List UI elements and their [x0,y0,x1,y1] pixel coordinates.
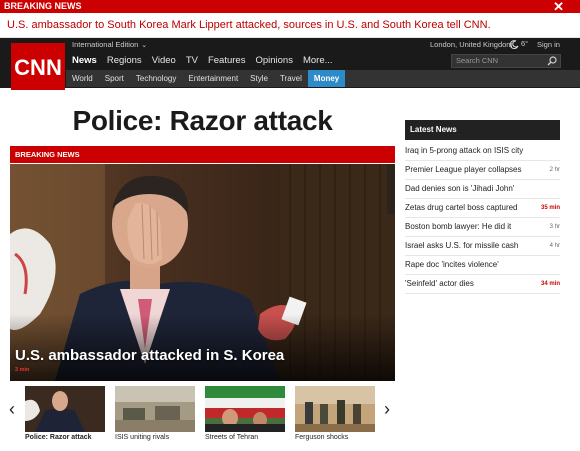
subnav-style[interactable]: Style [244,70,274,87]
nav-more[interactable]: More... [303,54,333,68]
hero-caption[interactable]: U.S. ambassador attacked in S. Korea [15,347,284,364]
hero-timestamp: 3 min [15,367,30,373]
latest-news-text: Iraq in 5-prong attack on ISIS city [405,146,524,155]
next-arrow-icon[interactable]: › [384,399,390,419]
latest-news-time: 4 hr [549,243,560,249]
cnn-homepage: BREAKING NEWS ✕ U.S. ambassador to South… [0,0,580,451]
thumbnail-3-label[interactable]: Streets of Tehran [205,434,258,441]
latest-news-item[interactable]: Zetas drug cartel boss captured 35 min [405,199,560,218]
edition-label: International Edition [72,40,139,49]
thumbnail-2-image [115,386,195,432]
subnav-entertainment[interactable]: Entertainment [182,70,244,87]
nav-video[interactable]: Video [152,54,176,68]
temperature: 6° [521,39,529,48]
thumbnail-1-image [25,386,105,432]
nav-tv[interactable]: TV [186,54,198,68]
latest-news-time: 3 hr [549,224,560,230]
cnn-logo-text: CNN [15,55,61,80]
latest-news-item[interactable]: Boston bomb lawyer: He did it 3 hr [405,218,560,237]
latest-news-time: 2 hr [549,167,560,173]
site-header: CNN International Edition ⌄ News Regions … [0,38,580,90]
nav-regions[interactable]: Regions [107,54,142,68]
main-nav: News Regions Video TV Features Opinions … [72,54,333,68]
thumbnail-3-image [205,386,285,432]
edition-selector[interactable]: International Edition ⌄ [72,40,147,51]
latest-news-text: Dad denies son is 'Jihadi John' [405,184,515,193]
thumbnail-4[interactable] [295,386,375,432]
nav-opinions[interactable]: Opinions [255,54,293,68]
latest-news-header: Latest News [405,120,560,140]
nav-features[interactable]: Features [208,54,246,68]
close-icon[interactable]: ✕ [553,0,564,13]
nav-news[interactable]: News [72,54,97,68]
search-placeholder: Search CNN [456,56,499,65]
thumbnail-1-label[interactable]: Police: Razor attack [25,434,92,441]
latest-news-text: Boston bomb lawyer: He did it [405,222,512,231]
latest-news-item[interactable]: Iraq in 5-prong attack on ISIS city [405,142,560,161]
thumbnail-2-label[interactable]: ISIS uniting rivals [115,434,169,441]
thumbnail-2[interactable] [115,386,195,432]
breaking-banner-label: BREAKING NEWS [4,1,82,11]
subnav-technology[interactable]: Technology [130,70,182,87]
latest-news-text: 'Seinfeld' actor dies [405,279,474,288]
latest-news-text: Premier League player collapses [405,165,522,174]
subnav-sport[interactable]: Sport [99,70,130,87]
moon-icon [510,39,519,49]
latest-news-text: Israel asks U.S. for missile cash [405,241,519,250]
weather: 6° [510,39,528,49]
thumbnail-1[interactable] [25,386,105,432]
latest-news-list: Iraq in 5-prong attack on ISIS city Prem… [405,142,560,294]
thumbnail-3[interactable] [205,386,285,432]
latest-news-item[interactable]: Premier League player collapses 2 hr [405,161,560,180]
breaking-banner: BREAKING NEWS ✕ [0,0,580,13]
page-headline[interactable]: Police: Razor attack [10,105,395,137]
cnn-logo[interactable]: CNN [11,43,65,90]
search-icon[interactable] [547,56,557,66]
latest-news-text: Rape doc 'incites violence' [405,260,499,269]
sign-in-link[interactable]: Sign in [537,40,560,50]
latest-news-item[interactable]: 'Seinfeld' actor dies 34 min [405,275,560,294]
latest-news-item[interactable]: Rape doc 'incites violence' [405,256,560,275]
breaking-message[interactable]: U.S. ambassador to South Korea Mark Lipp… [0,13,580,38]
latest-news-time: 34 min [540,281,560,287]
cnn-logo-mark: CNN [15,55,61,80]
thumbnail-4-label[interactable]: Ferguson shocks [295,434,348,441]
location-label: London, United Kingdom [430,40,513,49]
search-input[interactable]: Search CNN [451,54,561,68]
sub-nav: World Sport Technology Entertainment Sty… [66,70,580,87]
hero-image[interactable]: U.S. ambassador attacked in S. Korea 3 m… [10,164,395,381]
prev-arrow-icon[interactable]: ‹ [9,399,15,419]
subnav-travel[interactable]: Travel [274,70,308,87]
latest-news-text: Zetas drug cartel boss captured [405,203,518,212]
latest-news-item[interactable]: Dad denies son is 'Jihadi John' [405,180,560,199]
subnav-money[interactable]: Money [307,70,346,87]
latest-news-time: 35 min [540,205,560,211]
thumbnail-4-image [295,386,375,432]
chevron-down-icon: ⌄ [141,42,148,49]
hero-breaking-label: BREAKING NEWS [10,146,395,163]
subnav-world[interactable]: World [66,70,99,87]
latest-news-item[interactable]: Israel asks U.S. for missile cash 4 hr [405,237,560,256]
